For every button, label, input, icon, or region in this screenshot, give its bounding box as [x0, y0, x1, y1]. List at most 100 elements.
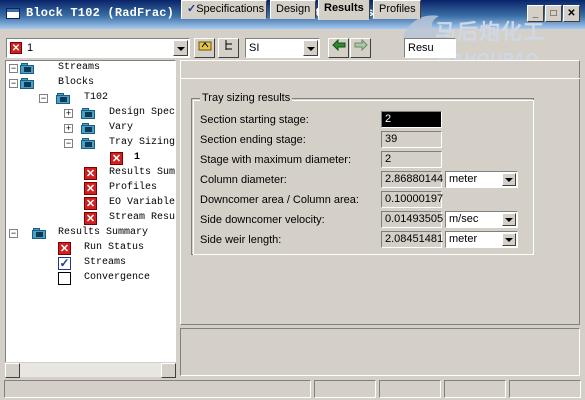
folder-icon — [81, 122, 97, 134]
folder-icon — [56, 92, 72, 104]
section-ending-stage-value: 39 — [381, 131, 442, 148]
status-cell-main — [4, 380, 311, 398]
minimize-button[interactable]: _ — [527, 5, 544, 22]
tab-design[interactable]: Design — [270, 0, 316, 19]
column-diameter-unit-select[interactable]: meter — [445, 171, 518, 188]
expand-toggle[interactable]: + — [64, 109, 73, 118]
error-icon: ✕ — [84, 197, 97, 210]
side-downcomer-velocity-label: Side downcomer velocity: — [200, 214, 325, 226]
max-diameter-stage-label: Stage with maximum diameter: — [200, 154, 351, 166]
side-weir-length-value: 2.08451481 — [381, 231, 443, 248]
tab-profiles-label: Profiles — [379, 3, 416, 15]
collapse-toggle[interactable]: − — [9, 229, 18, 238]
scroll-left-button[interactable] — [5, 363, 20, 378]
object-selector[interactable]: ✕ 1 — [6, 38, 190, 58]
column-diameter-unit: meter — [449, 173, 478, 185]
arrow-left-icon — [331, 38, 345, 52]
check-icon: ✓ — [58, 256, 71, 270]
toolbar: ✕ 1 SI Resu — [0, 30, 585, 60]
results-selector-label: Resu — [408, 42, 434, 54]
folder-icon — [81, 137, 97, 149]
tree-item-eo-variables[interactable]: EO Variable — [109, 196, 175, 210]
collapse-toggle[interactable]: − — [9, 79, 18, 88]
status-cell-2 — [314, 380, 376, 398]
tab-specifications-label: Specifications — [196, 3, 265, 15]
side-weir-length-unit-select[interactable]: meter — [445, 231, 518, 248]
tree-item-tray-sizing[interactable]: Tray Sizing — [109, 136, 175, 150]
tree-view-button[interactable] — [218, 38, 239, 58]
tab-specifications[interactable]: ✓Specifications — [181, 0, 267, 19]
check-icon: ✓ — [187, 3, 197, 15]
folder-up-icon — [198, 41, 211, 51]
tab-results[interactable]: Results — [318, 0, 370, 20]
side-downcomer-velocity-value: 0.01493505 — [381, 211, 443, 228]
status-cell-3 — [379, 380, 441, 398]
collapse-toggle[interactable]: − — [39, 94, 48, 103]
downcomer-area-ratio-label: Downcomer area / Column area: — [200, 194, 359, 206]
folder-up-button[interactable] — [194, 38, 215, 58]
section-starting-stage-value: 2 — [381, 111, 442, 128]
downcomer-area-ratio-value: 0.10000197 — [381, 191, 443, 208]
side-downcomer-velocity-unit: m/sec — [449, 213, 479, 225]
tree-item-results-summary-block[interactable]: Results Summ — [109, 166, 175, 180]
folder-icon — [32, 227, 48, 239]
maximize-button[interactable]: □ — [545, 5, 562, 22]
tree-view-icon — [225, 40, 232, 50]
tree-item-t102[interactable]: T102 — [84, 91, 108, 105]
tree-item-stream-results[interactable]: Stream Resu — [109, 211, 175, 225]
side-downcomer-velocity-unit-select[interactable]: m/sec — [445, 211, 518, 228]
chevron-down-icon[interactable] — [502, 213, 516, 226]
expand-toggle[interactable]: + — [64, 124, 73, 133]
tree-item-results-summary[interactable]: Results Summary — [58, 226, 148, 240]
error-icon: ✕ — [110, 152, 123, 165]
tab-profiles[interactable]: Profiles — [373, 0, 421, 19]
status-cell-5 — [509, 380, 581, 398]
side-weir-length-unit: meter — [449, 233, 478, 245]
side-weir-length-label: Side weir length: — [200, 234, 282, 246]
tree-item-tray-sizing-1[interactable]: 1 — [134, 151, 140, 165]
chevron-down-icon[interactable] — [173, 40, 188, 56]
tree-item-streams[interactable]: Streams — [58, 61, 100, 75]
collapse-toggle[interactable]: − — [64, 139, 73, 148]
chevron-down-icon[interactable] — [303, 40, 318, 56]
status-bar — [0, 379, 585, 400]
chevron-down-icon[interactable] — [502, 173, 516, 186]
error-status-icon: ✕ — [10, 42, 22, 54]
tree-item-vary[interactable]: Vary — [109, 121, 133, 135]
forward-button[interactable] — [350, 38, 371, 58]
status-cell-4 — [444, 380, 506, 398]
close-button[interactable]: ✕ — [563, 5, 580, 22]
prompt-panel — [180, 328, 580, 376]
max-diameter-stage-value: 2 — [381, 151, 442, 168]
error-icon: ✕ — [58, 242, 71, 255]
folder-icon — [20, 77, 36, 89]
results-selector[interactable]: Resu — [404, 38, 456, 58]
tree-item-profiles[interactable]: Profiles — [109, 181, 157, 195]
arrow-right-icon — [354, 38, 368, 52]
collapse-toggle[interactable]: − — [9, 64, 18, 73]
tree-item-run-status[interactable]: Run Status — [84, 241, 144, 255]
empty-status-icon — [58, 272, 71, 285]
error-icon: ✕ — [84, 182, 97, 195]
tab-results-label: Results — [324, 2, 364, 14]
tree-item-blocks[interactable]: Blocks — [58, 76, 94, 90]
tree-horizontal-scrollbar[interactable] — [5, 362, 176, 378]
folder-icon — [81, 107, 97, 119]
error-icon: ✕ — [84, 167, 97, 180]
tree-item-convergence[interactable]: Convergence — [84, 271, 150, 285]
tree-item-results-streams[interactable]: Streams — [84, 256, 126, 270]
window-icon — [6, 8, 20, 19]
navigation-tree[interactable]: − Streams − Blocks − T102 + Design Spec … — [5, 60, 176, 377]
units-selector[interactable]: SI — [245, 38, 320, 58]
section-starting-stage-label: Section starting stage: — [200, 114, 309, 126]
column-diameter-value: 2.86880144 — [381, 171, 443, 188]
chevron-down-icon[interactable] — [502, 233, 516, 246]
error-icon: ✕ — [84, 212, 97, 225]
object-selector-value: 1 — [27, 42, 34, 54]
units-selector-value: SI — [249, 42, 260, 54]
scroll-right-button[interactable] — [161, 363, 176, 378]
tree-item-design-spec[interactable]: Design Spec — [109, 106, 175, 120]
section-ending-stage-label: Section ending stage: — [200, 134, 306, 146]
column-diameter-label: Column diameter: — [200, 174, 287, 186]
back-button[interactable] — [328, 38, 349, 58]
